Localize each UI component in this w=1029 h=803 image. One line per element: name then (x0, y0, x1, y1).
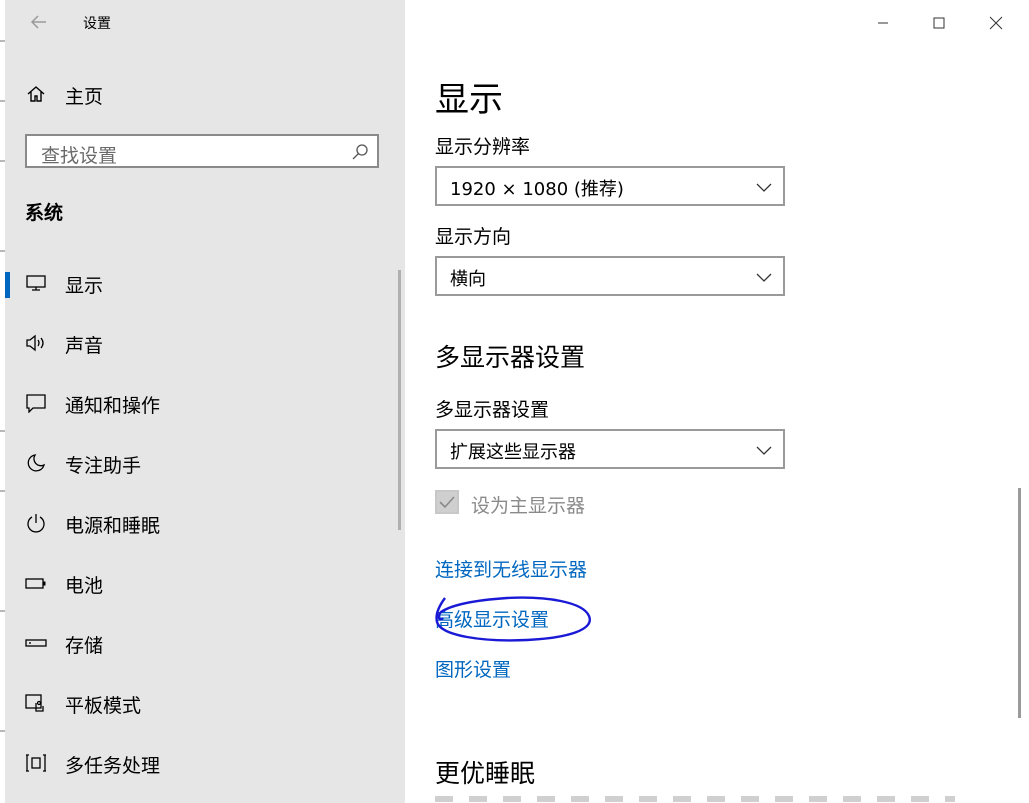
settings-window: 设置 主页 查找设置 系统 显示 声音 通知和操作 专注助手 电源和睡眠 电池 … (5, 0, 1027, 803)
wireless-display-link[interactable]: 连接到无线显示器 (435, 555, 587, 582)
chevron-down-icon (755, 268, 773, 286)
orientation-dropdown[interactable]: 横向 (435, 256, 785, 296)
minimize-icon[interactable] (860, 6, 906, 40)
sidebar-item-power-sleep[interactable]: 电源和睡眠 (5, 498, 405, 550)
sidebar: 设置 主页 查找设置 系统 显示 声音 通知和操作 专注助手 电源和睡眠 电池 … (5, 0, 405, 803)
resolution-value: 1920 × 1080 (推荐) (450, 179, 624, 200)
sidebar-item-storage[interactable]: 存储 (5, 618, 405, 670)
section-heading: 系统 (25, 202, 64, 224)
power-icon (25, 512, 47, 534)
multi-display-label: 多显示器设置 (435, 399, 550, 421)
app-title: 设置 (83, 16, 111, 32)
multitask-icon (25, 752, 47, 774)
multi-display-dropdown[interactable]: 扩展这些显示器 (435, 429, 785, 469)
sidebar-item-label: 存储 (65, 635, 104, 657)
sidebar-item-tablet-mode[interactable]: 平板模式 (5, 678, 405, 730)
sidebar-item-label: 显示 (65, 275, 104, 297)
resolution-label: 显示分辨率 (435, 136, 531, 158)
orientation-value: 横向 (450, 269, 486, 290)
sidebar-item-label: 平板模式 (65, 695, 142, 717)
sidebar-item-label: 多任务处理 (65, 755, 161, 777)
speaker-icon (25, 332, 47, 354)
page-title: 显示 (435, 80, 503, 120)
sidebar-item-sound[interactable]: 声音 (5, 318, 405, 370)
monitor-icon (25, 272, 47, 294)
sidebar-item-multitasking[interactable]: 多任务处理 (5, 738, 405, 790)
main-display-checkbox-label: 设为主显示器 (471, 495, 586, 517)
notification-icon (25, 392, 47, 414)
search-placeholder: 查找设置 (41, 145, 118, 167)
sidebar-scrollbar[interactable] (398, 270, 401, 530)
clipped-text (435, 796, 955, 802)
search-icon (351, 143, 369, 161)
sidebar-item-label: 主页 (65, 86, 104, 108)
home-icon (25, 83, 47, 105)
graphics-settings-link[interactable]: 图形设置 (435, 655, 511, 682)
orientation-label: 显示方向 (435, 226, 512, 248)
sidebar-item-home[interactable]: 主页 (5, 72, 405, 116)
multi-display-value: 扩展这些显示器 (450, 442, 576, 463)
sidebar-item-notifications[interactable]: 通知和操作 (5, 378, 405, 430)
chevron-down-icon (755, 441, 773, 459)
storage-icon (25, 632, 47, 654)
maximize-icon[interactable] (916, 6, 962, 40)
better-sleep-heading: 更优睡眠 (435, 759, 536, 788)
sidebar-item-label: 通知和操作 (65, 395, 161, 417)
battery-icon (25, 572, 47, 594)
chevron-down-icon (755, 178, 773, 196)
tablet-icon (25, 692, 47, 714)
search-input[interactable]: 查找设置 (25, 134, 379, 168)
sidebar-item-label: 电源和睡眠 (65, 515, 161, 537)
active-indicator (5, 272, 10, 298)
main-scrollbar[interactable] (1018, 488, 1021, 718)
multi-display-heading: 多显示器设置 (435, 343, 586, 372)
sidebar-item-label: 电池 (65, 575, 104, 597)
sidebar-item-focus-assist[interactable]: 专注助手 (5, 438, 405, 490)
moon-icon (25, 452, 47, 474)
check-icon (439, 496, 455, 509)
main-display-checkbox[interactable] (435, 490, 459, 514)
sidebar-item-label: 专注助手 (65, 455, 142, 477)
resolution-dropdown[interactable]: 1920 × 1080 (推荐) (435, 166, 785, 206)
main-content: 显示 显示分辨率 1920 × 1080 (推荐) 显示方向 横向 多显示器设置… (405, 0, 1027, 803)
arrow-left-icon[interactable] (25, 10, 53, 38)
close-icon[interactable] (973, 6, 1019, 40)
annotation-circle (435, 596, 591, 642)
sidebar-item-label: 声音 (65, 335, 104, 357)
sidebar-item-battery[interactable]: 电池 (5, 558, 405, 610)
sidebar-item-display[interactable]: 显示 (5, 258, 405, 310)
